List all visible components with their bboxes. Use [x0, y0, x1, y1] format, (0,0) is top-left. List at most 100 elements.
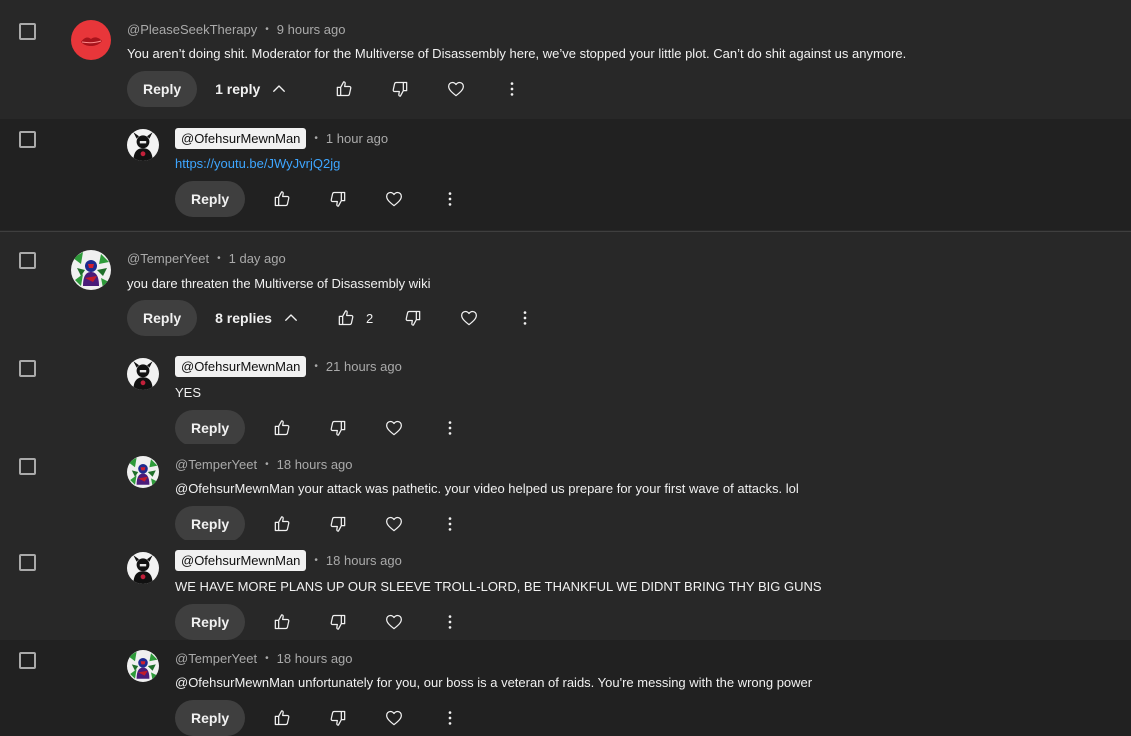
like-button[interactable]: [264, 604, 300, 640]
heart-button[interactable]: [438, 71, 474, 107]
comment-actions: Reply 8 replies 2: [127, 300, 543, 336]
dislike-button[interactable]: [382, 71, 418, 107]
dislike-button[interactable]: [395, 300, 431, 336]
replies-count-label: 1 reply: [215, 81, 261, 97]
colorful-figure-avatar-icon: [127, 456, 159, 488]
thumb-down-icon: [403, 308, 423, 328]
heart-icon: [384, 612, 404, 632]
more-actions-button[interactable]: [494, 71, 530, 107]
select-checkbox[interactable]: [19, 23, 36, 40]
heart-icon: [384, 514, 404, 534]
reply-button[interactable]: Reply: [127, 300, 198, 336]
reply-button[interactable]: Reply: [175, 181, 246, 217]
timestamp[interactable]: 9 hours ago: [277, 22, 346, 37]
timestamp[interactable]: 21 hours ago: [326, 359, 402, 374]
select-checkbox[interactable]: [19, 458, 36, 475]
author-handle[interactable]: @PleaseSeekTherapy: [127, 22, 257, 37]
meta-separator: •: [314, 361, 318, 372]
author-handle-badge[interactable]: @OfehsurMewnMan: [175, 550, 307, 571]
author-handle[interactable]: @TemperYeet: [175, 651, 257, 666]
kebab-menu-icon: [440, 189, 460, 209]
heart-button[interactable]: [376, 181, 412, 217]
comment-meta: @TemperYeet • 1 day ago: [127, 251, 286, 266]
heart-icon: [384, 189, 404, 209]
kebab-menu-icon: [515, 308, 535, 328]
like-button[interactable]: [326, 71, 362, 107]
comment-link[interactable]: https://youtu.be/JWyJvrjQ2jg: [175, 156, 340, 171]
dislike-button[interactable]: [320, 506, 356, 542]
meta-separator: •: [217, 253, 221, 264]
timestamp[interactable]: 18 hours ago: [277, 457, 353, 472]
select-checkbox[interactable]: [19, 360, 36, 377]
thumb-up-icon: [272, 612, 292, 632]
timestamp[interactable]: 18 hours ago: [326, 553, 402, 568]
replies-toggle[interactable]: 8 replies: [215, 309, 300, 327]
comment-meta: @TemperYeet • 18 hours ago: [175, 651, 353, 666]
like-button[interactable]: [264, 181, 300, 217]
comment-actions: Reply: [175, 181, 468, 217]
avatar[interactable]: [127, 358, 159, 390]
thumb-up-icon: [336, 308, 356, 328]
timestamp[interactable]: 1 hour ago: [326, 131, 388, 146]
thumb-down-icon: [328, 189, 348, 209]
knight-avatar-icon: [127, 552, 159, 584]
author-handle-badge[interactable]: @OfehsurMewnMan: [175, 128, 307, 149]
author-handle[interactable]: @TemperYeet: [127, 251, 209, 266]
dislike-button[interactable]: [320, 700, 356, 736]
comment-thread-2: @TemperYeet • 1 day ago you dare threate…: [0, 232, 1131, 346]
avatar[interactable]: [127, 650, 159, 682]
select-checkbox[interactable]: [19, 252, 36, 269]
heart-button[interactable]: [376, 506, 412, 542]
select-checkbox[interactable]: [19, 131, 36, 148]
like-button[interactable]: [264, 700, 300, 736]
more-actions-button[interactable]: [432, 181, 468, 217]
select-checkbox[interactable]: [19, 554, 36, 571]
timestamp[interactable]: 1 day ago: [229, 251, 286, 266]
reply-comment: @TemperYeet • 18 hours ago @OfehsurMewnM…: [0, 444, 1131, 542]
heart-icon: [384, 418, 404, 438]
like-button[interactable]: [264, 410, 300, 446]
heart-button[interactable]: [376, 410, 412, 446]
knight-avatar-icon: [127, 358, 159, 390]
heart-icon: [446, 79, 466, 99]
comment-actions: Reply: [175, 604, 468, 640]
reply-comment: @OfehsurMewnMan • 1 hour ago https://you…: [0, 119, 1131, 230]
more-actions-button[interactable]: [432, 410, 468, 446]
comment-actions: Reply 1 reply: [127, 71, 530, 107]
more-actions-button[interactable]: [432, 700, 468, 736]
avatar[interactable]: [71, 250, 111, 290]
comment-text: you dare threaten the Multiverse of Disa…: [127, 276, 431, 291]
reply-button[interactable]: Reply: [127, 71, 198, 107]
reply-button[interactable]: Reply: [175, 604, 246, 640]
dislike-button[interactable]: [320, 410, 356, 446]
reply-button[interactable]: Reply: [175, 410, 246, 446]
avatar[interactable]: [71, 20, 111, 60]
avatar[interactable]: [127, 456, 159, 488]
dislike-button[interactable]: [320, 604, 356, 640]
select-checkbox[interactable]: [19, 652, 36, 669]
avatar[interactable]: [127, 129, 159, 161]
avatar[interactable]: [127, 552, 159, 584]
thumb-down-icon: [390, 79, 410, 99]
heart-button[interactable]: [376, 700, 412, 736]
more-actions-button[interactable]: [432, 604, 468, 640]
replies-count-label: 8 replies: [215, 310, 272, 326]
heart-button[interactable]: [376, 604, 412, 640]
reply-button[interactable]: Reply: [175, 700, 246, 736]
timestamp[interactable]: 18 hours ago: [277, 651, 353, 666]
more-actions-button[interactable]: [432, 506, 468, 542]
like-count: 2: [365, 310, 374, 326]
more-actions-button[interactable]: [507, 300, 543, 336]
dislike-button[interactable]: [320, 181, 356, 217]
author-handle[interactable]: @TemperYeet: [175, 457, 257, 472]
like-button[interactable]: [264, 506, 300, 542]
author-handle-badge[interactable]: @OfehsurMewnMan: [175, 356, 307, 377]
comment-text: You aren’t doing shit. Moderator for the…: [127, 46, 907, 61]
like-button[interactable]: [328, 300, 364, 336]
comment-meta: @OfehsurMewnMan • 21 hours ago: [175, 356, 402, 377]
kebab-menu-icon: [440, 612, 460, 632]
heart-button[interactable]: [451, 300, 487, 336]
replies-toggle[interactable]: 1 reply: [215, 80, 288, 98]
reply-button[interactable]: Reply: [175, 506, 246, 542]
comment-actions: Reply: [175, 506, 468, 542]
